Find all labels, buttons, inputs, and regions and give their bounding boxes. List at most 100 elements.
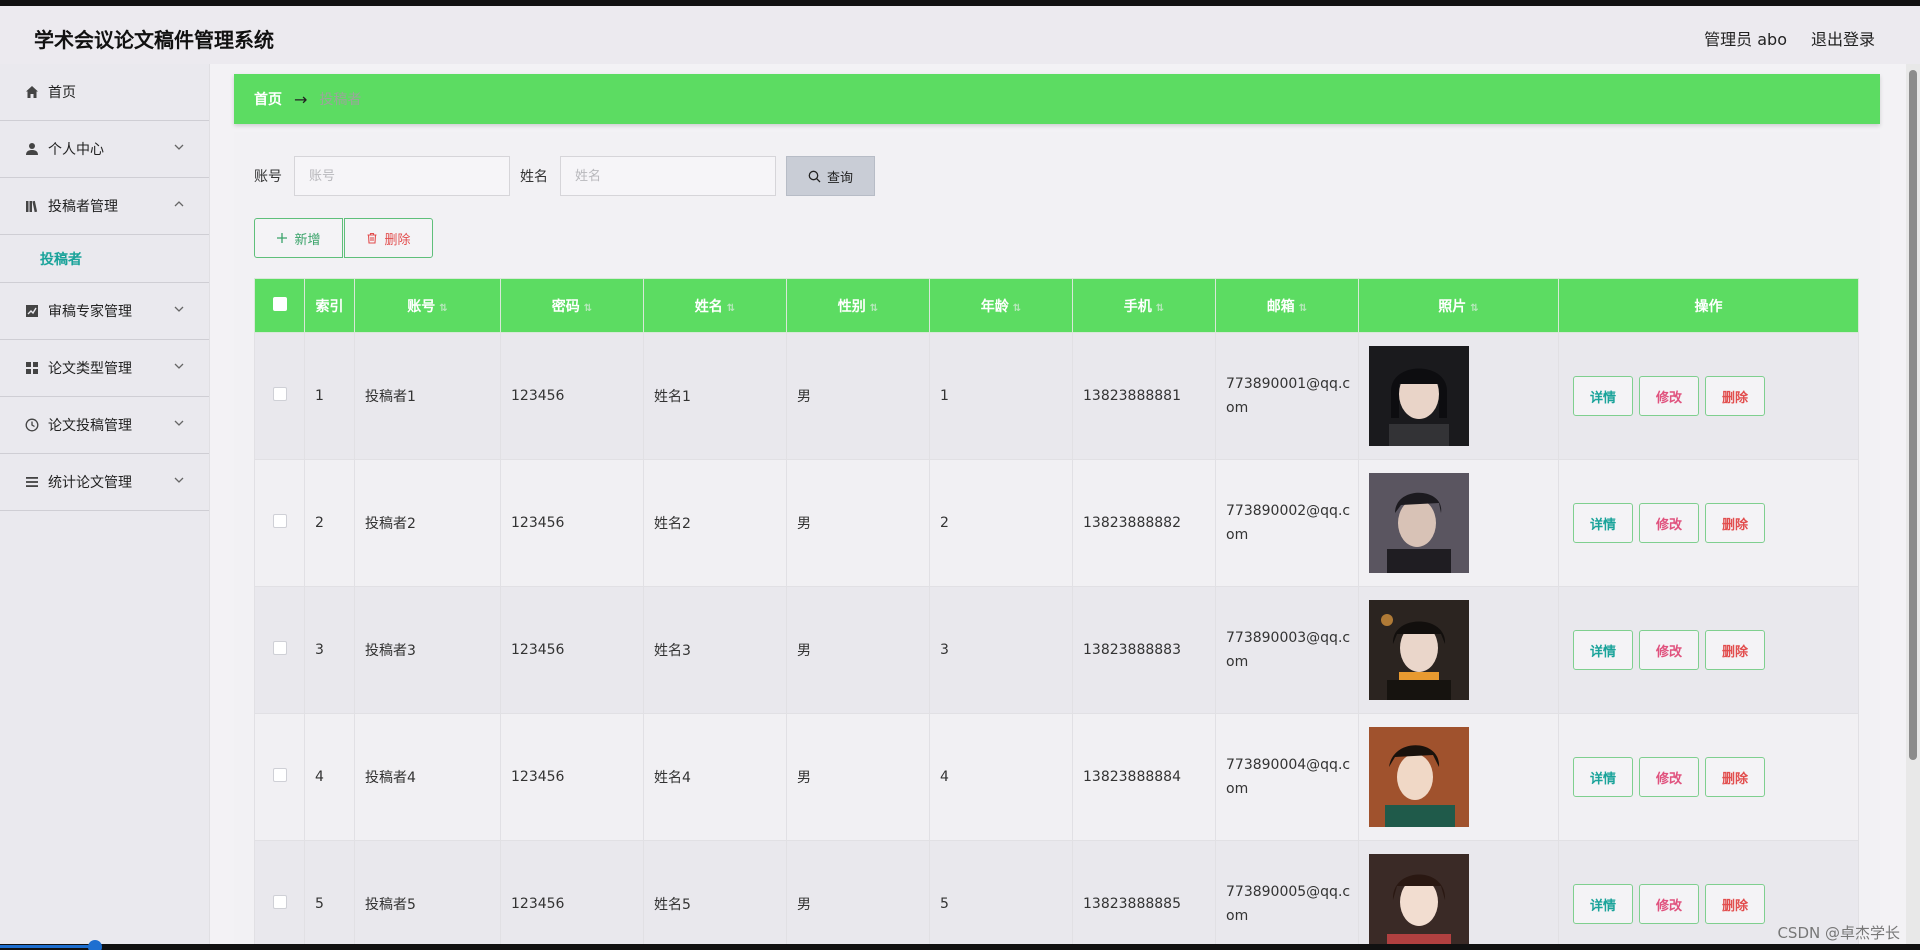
sidebar-item-statistics-management[interactable]: 统计论文管理 — [0, 454, 209, 511]
table-row: 5 投稿者5 123456 姓名5 男 5 13823888885 773890… — [254, 840, 1859, 950]
admin-user-label[interactable]: 管理员 abo — [1704, 26, 1787, 50]
cell-age: 1 — [929, 332, 1073, 460]
cell-index: 2 — [304, 459, 355, 587]
cell-phone: 13823888882 — [1072, 459, 1216, 587]
sidebar-item-home[interactable]: 首页 — [0, 64, 209, 121]
logout-button[interactable]: 退出登录 — [1811, 26, 1875, 50]
sidebar-item-submitter-management[interactable]: 投稿者管理 — [0, 178, 209, 235]
row-checkbox[interactable] — [272, 768, 287, 782]
avatar[interactable] — [1369, 600, 1469, 700]
chevron-down-icon — [173, 141, 187, 155]
cell-email: 773890001@qq.com — [1215, 332, 1359, 460]
cell-account: 投稿者5 — [354, 840, 501, 950]
sort-icon[interactable]: ⇅ — [727, 303, 735, 314]
add-button[interactable]: 新增 — [254, 218, 343, 258]
cell-photo — [1358, 332, 1559, 460]
select-all-cell[interactable] — [254, 278, 305, 333]
account-search-input[interactable] — [294, 156, 510, 196]
row-checkbox[interactable] — [272, 641, 287, 655]
chevron-down-icon — [173, 360, 187, 374]
edit-button[interactable]: 修改 — [1639, 503, 1699, 543]
clock-icon — [24, 417, 40, 433]
sidebar-subitem-submitter[interactable]: 投稿者 — [0, 235, 209, 283]
column-header[interactable]: 邮箱 ⇅ — [1215, 278, 1359, 333]
table-header-row: 索引 账号 ⇅ 密码 ⇅ 姓名 ⇅ 性别 ⇅ 年龄 ⇅ 手机 ⇅ 邮箱 ⇅ 照片 ⇅ 操作 — [254, 278, 1859, 333]
sort-icon[interactable]: ⇅ — [1470, 303, 1478, 314]
row-checkbox[interactable] — [272, 895, 287, 909]
detail-button[interactable]: 详情 — [1573, 376, 1633, 416]
detail-button[interactable]: 详情 — [1573, 884, 1633, 924]
cell-email: 773890004@qq.com — [1215, 713, 1359, 841]
edit-button[interactable]: 修改 — [1639, 757, 1699, 797]
column-header[interactable]: 年龄 ⇅ — [929, 278, 1073, 333]
delete-button[interactable]: 删除 — [1705, 630, 1765, 670]
cell-email: 773890003@qq.com — [1215, 586, 1359, 714]
cell-account: 投稿者2 — [354, 459, 501, 587]
sidebar-item-paper-submission-management[interactable]: 论文投稿管理 — [0, 397, 209, 454]
header-user-area: 管理员 abo 退出登录 — [1704, 26, 1875, 50]
sidebar-item-label: 论文投稿管理 — [48, 418, 132, 434]
vertical-scrollbar[interactable] — [1906, 64, 1920, 944]
sidebar-item-personal-center[interactable]: 个人中心 — [0, 121, 209, 178]
detail-button[interactable]: 详情 — [1573, 503, 1633, 543]
chevron-down-icon — [173, 474, 187, 488]
query-button[interactable]: 查询 — [786, 156, 875, 196]
sort-icon[interactable]: ⇅ — [584, 303, 592, 314]
avatar[interactable] — [1369, 473, 1469, 573]
delete-button[interactable]: 删除 — [1705, 884, 1765, 924]
column-header[interactable]: 姓名 ⇅ — [643, 278, 787, 333]
column-header[interactable]: 手机 ⇅ — [1072, 278, 1216, 333]
submitter-table: 索引 账号 ⇅ 密码 ⇅ 姓名 ⇅ 性别 ⇅ 年龄 ⇅ 手机 ⇅ 邮箱 ⇅ 照片 ⇅ 操作 — [254, 278, 1859, 950]
avatar[interactable] — [1369, 854, 1469, 950]
breadcrumb: 首页 → 投稿者 — [234, 74, 1880, 124]
edit-button[interactable]: 修改 — [1639, 884, 1699, 924]
name-search-input[interactable] — [560, 156, 776, 196]
delete-button[interactable]: 删除 — [1705, 376, 1765, 416]
add-button-label: 新增 — [294, 232, 321, 248]
column-header[interactable]: 密码 ⇅ — [500, 278, 644, 333]
column-header: 索引 — [304, 278, 355, 333]
table-row: 4 投稿者4 123456 姓名4 男 4 13823888884 773890… — [254, 713, 1859, 841]
sort-icon[interactable]: ⇅ — [1013, 303, 1021, 314]
cell-phone: 13823888881 — [1072, 332, 1216, 460]
sort-icon[interactable]: ⇅ — [1299, 303, 1307, 314]
row-checkbox[interactable] — [272, 514, 287, 528]
chart-icon — [24, 303, 40, 319]
sort-icon[interactable]: ⇅ — [439, 303, 447, 314]
batch-delete-button[interactable]: 删除 — [344, 218, 433, 258]
cell-photo — [1358, 586, 1559, 714]
avatar[interactable] — [1369, 346, 1469, 446]
scrollbar-thumb[interactable] — [1909, 70, 1917, 760]
loading-progress-bar — [0, 945, 95, 948]
breadcrumb-home[interactable]: 首页 — [254, 89, 282, 109]
delete-button[interactable]: 删除 — [1705, 503, 1765, 543]
main-content: 首页 → 投稿者 账号 姓名 查询 新增 删除 — [234, 74, 1880, 950]
sidebar-item-label: 审稿专家管理 — [48, 304, 132, 320]
grid-icon — [24, 360, 40, 376]
cell-name: 姓名5 — [643, 840, 787, 950]
cell-index: 1 — [304, 332, 355, 460]
cell-photo — [1358, 459, 1559, 587]
sidebar: 首页 个人中心 投稿者管理 投稿者 审稿专家管理 论文类型管理 论文投稿管理 统… — [0, 64, 210, 944]
cell-age: 3 — [929, 586, 1073, 714]
detail-button[interactable]: 详情 — [1573, 630, 1633, 670]
edit-button[interactable]: 修改 — [1639, 376, 1699, 416]
cell-gender: 男 — [786, 713, 930, 841]
sort-icon[interactable]: ⇅ — [870, 303, 878, 314]
cell-password: 123456 — [500, 586, 644, 714]
sidebar-item-paper-type-management[interactable]: 论文类型管理 — [0, 340, 209, 397]
avatar[interactable] — [1369, 727, 1469, 827]
chevron-down-icon — [173, 417, 187, 431]
detail-button[interactable]: 详情 — [1573, 757, 1633, 797]
cell-gender: 男 — [786, 586, 930, 714]
select-all-checkbox[interactable] — [272, 296, 287, 311]
column-header[interactable]: 账号 ⇅ — [354, 278, 501, 333]
sidebar-item-label: 投稿者管理 — [48, 199, 118, 215]
column-header[interactable]: 照片 ⇅ — [1358, 278, 1559, 333]
sort-icon[interactable]: ⇅ — [1156, 303, 1164, 314]
row-checkbox[interactable] — [272, 387, 287, 401]
edit-button[interactable]: 修改 — [1639, 630, 1699, 670]
column-header[interactable]: 性别 ⇅ — [786, 278, 930, 333]
delete-button[interactable]: 删除 — [1705, 757, 1765, 797]
sidebar-item-reviewer-management[interactable]: 审稿专家管理 — [0, 283, 209, 340]
